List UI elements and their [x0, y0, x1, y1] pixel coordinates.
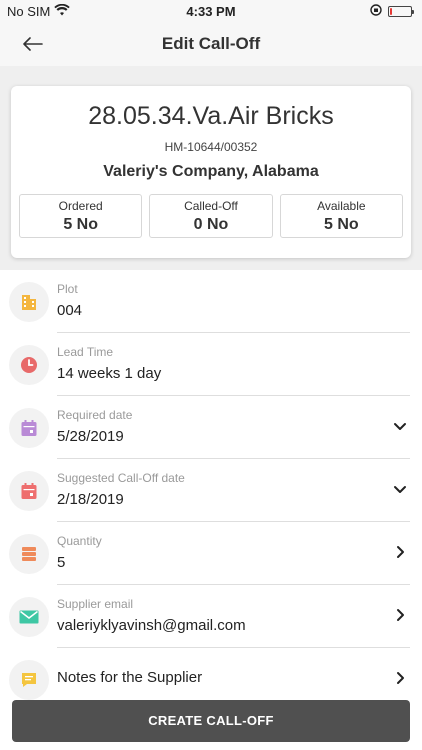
lead-time-row: Lead Time 14 weeks 1 day: [0, 333, 422, 396]
plot-row: Plot 004: [0, 270, 422, 333]
stat-value: 0 No: [193, 216, 229, 233]
product-code: HM-10644/00352: [164, 140, 258, 154]
page-title: Edit Call-Off: [161, 34, 261, 53]
chevron-down-icon[interactable]: [392, 418, 408, 434]
stats-row: Ordered 5 No Called-Off 0 No Available 5…: [19, 194, 403, 238]
required-date-row[interactable]: Required date 5/28/2019: [0, 396, 422, 459]
chevron-down-icon[interactable]: [392, 481, 408, 497]
plot-label: Plot: [57, 282, 78, 296]
battery-icon: [388, 6, 414, 17]
chevron-right-icon[interactable]: [392, 544, 408, 560]
clock-icon: [9, 345, 49, 385]
required-date-value[interactable]: 5/28/2019: [57, 428, 124, 445]
orientation-lock-icon: [370, 4, 382, 19]
lead-time-value: 14 weeks 1 day: [57, 365, 162, 382]
lead-time-label: Lead Time: [57, 345, 114, 359]
stat-label: Available: [317, 199, 366, 213]
required-date-label: Required date: [57, 408, 133, 422]
status-bar: No SIM 4:33 PM: [0, 0, 422, 22]
suggested-date-label: Suggested Call-Off date: [57, 471, 185, 485]
suggested-date-value[interactable]: 2/18/2019: [57, 491, 124, 508]
stat-label: Called-Off: [184, 199, 238, 213]
stat-label: Ordered: [58, 199, 103, 213]
quantity-row[interactable]: Quantity 5: [0, 522, 422, 585]
nav-bar: Edit Call-Off: [0, 22, 422, 66]
stat-value: 5 No: [323, 216, 359, 233]
company-name: Valeriy's Company, Alabama: [103, 163, 319, 180]
supplier-email-row[interactable]: Supplier email valeriyklyavinsh@gmail.co…: [0, 585, 422, 648]
note-icon: [9, 660, 49, 700]
stat-value: 5 No: [63, 216, 98, 233]
stat-available: Available 5 No: [279, 194, 403, 238]
supplier-email-label: Supplier email: [57, 597, 134, 611]
chevron-right-icon[interactable]: [392, 607, 408, 623]
suggested-date-row[interactable]: Suggested Call-Off date 2/18/2019: [0, 459, 422, 522]
stat-called-off: Called-Off 0 No: [149, 194, 273, 238]
chevron-right-icon[interactable]: [392, 670, 408, 686]
form-list: Plot 004 Lead Time 14 weeks 1 day Requir…: [0, 270, 422, 710]
stack-icon: [9, 534, 49, 574]
calendar-icon: [9, 408, 49, 448]
quantity-value[interactable]: 5: [57, 554, 65, 571]
product-title: 28.05.34.Va.Air Bricks: [88, 102, 334, 130]
header-area: 28.05.34.Va.Air Bricks HM-10644/00352 Va…: [0, 66, 422, 270]
stat-ordered: Ordered 5 No: [19, 194, 143, 238]
plot-value: 004: [57, 302, 83, 319]
create-call-off-button[interactable]: CREATE CALL-OFF: [12, 700, 410, 742]
bottom-bar: CREATE CALL-OFF: [0, 700, 422, 750]
battery-level: [390, 8, 393, 15]
notes-label[interactable]: Notes for the Supplier: [57, 669, 202, 686]
clock: 4:33 PM: [186, 4, 236, 19]
building-icon: [9, 282, 49, 322]
mail-icon: [9, 597, 49, 637]
calendar-icon: [9, 471, 49, 511]
supplier-email-value[interactable]: valeriyklyavinsh@gmail.com: [57, 617, 246, 634]
quantity-label: Quantity: [57, 534, 102, 548]
product-card: 28.05.34.Va.Air Bricks HM-10644/00352 Va…: [11, 86, 411, 258]
